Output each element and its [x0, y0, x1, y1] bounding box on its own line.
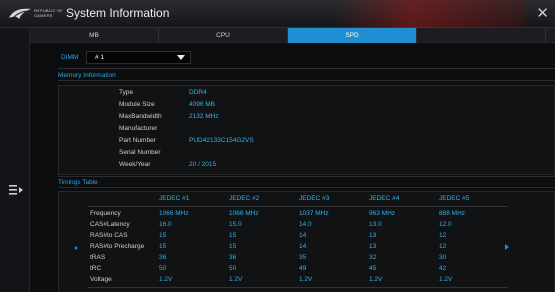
- table-cell: 1.2V: [159, 276, 173, 283]
- table-cell: 12: [439, 232, 447, 239]
- scroll-left-icon[interactable]: [74, 246, 77, 250]
- tab-empty: [417, 28, 546, 43]
- row-value: 2132 MHz: [189, 113, 219, 120]
- memory-info-title: Memory Information: [58, 72, 116, 79]
- dimm-select[interactable]: # 1: [86, 51, 191, 64]
- row-label: Frequency: [90, 210, 121, 217]
- table-cell: 963 MHz: [369, 210, 396, 217]
- dimm-selected-value: # 1: [95, 54, 105, 61]
- table-cell: 1.2V: [299, 276, 313, 283]
- main-content: DIMM # 1 Memory Information Type DDR4 Mo…: [30, 44, 555, 292]
- row-label: Serial Number: [119, 149, 161, 156]
- rog-logo-icon: [9, 8, 31, 19]
- table-cell: 15: [159, 232, 167, 239]
- row-label: Manufacturer: [119, 125, 158, 132]
- table-cell: 1.2V: [229, 276, 243, 283]
- row-label: MaxBandwidth: [119, 113, 162, 120]
- memory-info-panel: Type DDR4 Module Size 4096 MB MaxBandwid…: [58, 85, 555, 175]
- tab-cpu[interactable]: CPU: [159, 28, 288, 43]
- brand-text: REPUBLIC OF GAMERS: [34, 8, 63, 18]
- divider: [88, 206, 508, 207]
- divider: [58, 68, 555, 69]
- row-label: Module Size: [119, 101, 155, 108]
- expand-menu-icon[interactable]: [9, 184, 23, 196]
- chevron-down-icon: [177, 55, 185, 60]
- column-header: JEDEC #3: [299, 195, 330, 202]
- table-cell: 1.2V: [369, 276, 383, 283]
- table-cell: 1.2V: [439, 276, 453, 283]
- row-value: DDR4: [189, 89, 207, 96]
- table-cell: 36: [229, 254, 237, 261]
- table-cell: 30: [439, 254, 447, 261]
- table-cell: 13: [369, 243, 377, 250]
- table-cell: 1066 MHz: [229, 210, 259, 217]
- close-icon[interactable]: ✕: [536, 4, 549, 22]
- column-header: JEDEC #5: [439, 195, 470, 202]
- table-cell: 50: [229, 265, 237, 272]
- timings-table-title: Timings Table: [58, 179, 98, 186]
- tab-mb[interactable]: MB: [30, 28, 159, 43]
- table-cell: 42: [439, 265, 447, 272]
- divider: [58, 176, 555, 177]
- row-value: PUD42133C154G2VS: [189, 137, 254, 144]
- table-cell: 13.0: [369, 221, 382, 228]
- row-label: CAS#Latency: [90, 221, 130, 228]
- title-bar-glow: [335, 0, 525, 28]
- divider: [58, 80, 555, 81]
- row-label: Part Number: [119, 137, 156, 144]
- dimm-label: DIMM: [61, 54, 79, 61]
- row-value: 4096 MB: [189, 101, 216, 108]
- row-label: RAS#to Precharge: [90, 243, 145, 250]
- table-cell: 35: [299, 254, 307, 261]
- title-bar: REPUBLIC OF GAMERS System Information ✕: [0, 0, 555, 28]
- column-header: JEDEC #1: [159, 195, 190, 202]
- table-cell: 14: [299, 232, 307, 239]
- column-header: JEDEC #2: [229, 195, 260, 202]
- divider: [58, 187, 555, 188]
- tab-spd[interactable]: SPD: [288, 28, 417, 43]
- table-cell: 888 MHz: [439, 210, 466, 217]
- table-cell: 15: [159, 243, 167, 250]
- table-cell: 12: [439, 243, 447, 250]
- window-title: System Information: [66, 6, 170, 20]
- table-cell: 45: [369, 265, 377, 272]
- table-cell: 16.0: [159, 221, 172, 228]
- table-cell: 15.0: [229, 221, 242, 228]
- scroll-right-icon[interactable]: [505, 244, 509, 250]
- table-cell: 13: [369, 232, 377, 239]
- left-sidebar: [0, 28, 30, 292]
- tab-bar: MB CPU SPD: [30, 28, 555, 43]
- table-cell: 15: [229, 232, 237, 239]
- table-cell: 32: [369, 254, 377, 261]
- table-cell: 49: [299, 265, 307, 272]
- table-cell: 15: [229, 243, 237, 250]
- table-cell: 50: [159, 265, 167, 272]
- table-cell: 14.0: [299, 221, 312, 228]
- row-label: Week/Year: [119, 161, 151, 168]
- table-cell: 14: [299, 243, 307, 250]
- row-label: tRC: [90, 265, 102, 272]
- column-header: JEDEC #4: [369, 195, 400, 202]
- divider: [88, 287, 508, 288]
- table-cell: 36: [159, 254, 167, 261]
- table-cell: 12.0: [439, 221, 452, 228]
- row-label: tRAS: [90, 254, 106, 261]
- row-label: RAS#to CAS: [90, 232, 128, 239]
- row-value: 20 / 2015: [189, 161, 217, 168]
- row-label: Type: [119, 89, 134, 96]
- row-label: Voltage: [90, 276, 112, 283]
- table-cell: 1037 MHz: [299, 210, 329, 217]
- table-cell: 1066 MHz: [159, 210, 189, 217]
